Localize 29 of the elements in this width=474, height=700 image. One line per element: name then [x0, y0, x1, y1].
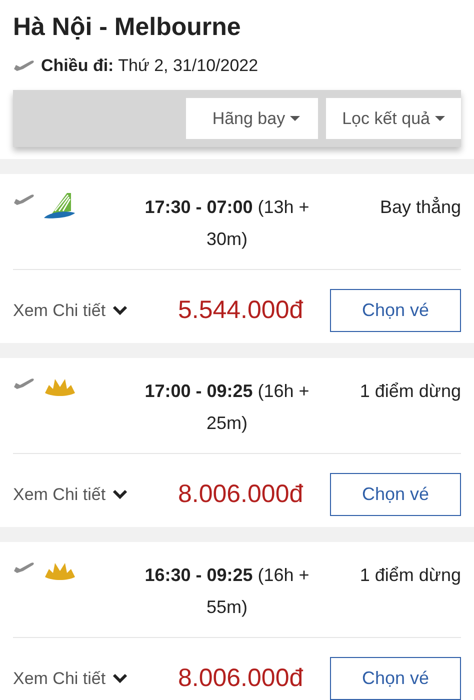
plane-icon — [13, 59, 35, 73]
select-ticket-button[interactable]: Chọn vé — [330, 657, 461, 700]
departure-date: Chiều đi: Thứ 2, 31/10/2022 — [41, 56, 258, 76]
select-ticket-button[interactable]: Chọn vé — [330, 473, 461, 516]
leaf-logo-icon — [43, 191, 77, 219]
flight-times: 17:30 - 07:00 (13h + 30m) — [144, 196, 310, 251]
ticket-price: 8.006.000đ — [178, 664, 304, 693]
chevron-icon — [112, 489, 128, 500]
chevron-icon — [112, 673, 128, 684]
stops-label: Bay thẳng — [378, 196, 461, 219]
chevron-icon — [112, 305, 128, 316]
plane-icon — [13, 377, 35, 391]
details-toggle[interactable]: Xem Chi tiết — [13, 668, 178, 688]
stops-label: 1 điểm dừng — [358, 564, 461, 587]
details-toggle[interactable]: Xem Chi tiết — [13, 484, 178, 504]
details-toggle[interactable]: Xem Chi tiết — [13, 300, 178, 320]
route-title: Hà Nội - Melbourne — [13, 12, 242, 43]
select-ticket-button[interactable]: Chọn vé — [330, 289, 461, 332]
filter-dropdown[interactable]: Hãng bay — [186, 98, 318, 139]
stops-label: 1 điểm dừng — [358, 380, 461, 403]
ticket-price: 8.006.000đ — [178, 480, 304, 509]
plane-icon — [13, 561, 35, 575]
caret-icon — [435, 116, 445, 121]
plane-icon — [13, 193, 35, 207]
flight-times: 16:30 - 09:25 (16h + 55m) — [144, 564, 310, 619]
flight-times: 17:00 - 09:25 (16h + 25m) — [144, 380, 310, 435]
filter-dropdown[interactable]: Lọc kết quả — [326, 98, 461, 139]
ticket-price: 5.544.000đ — [178, 296, 304, 325]
caret-icon — [290, 116, 300, 121]
